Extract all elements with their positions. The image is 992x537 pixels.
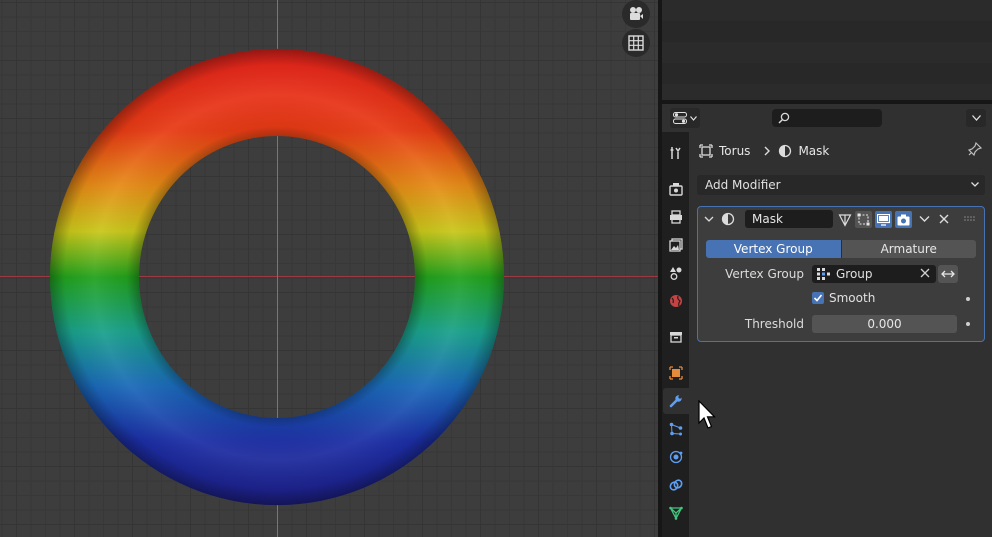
mask-modifier-icon [779, 144, 792, 158]
smooth-label: Smooth [829, 291, 876, 305]
breadcrumb: Torus Mask [699, 142, 829, 160]
vertex-group-value: Group [836, 267, 873, 281]
camera-icon [630, 7, 643, 20]
mouse-cursor-icon [698, 400, 716, 429]
invert-vertex-group-button[interactable] [938, 265, 958, 283]
render-icon [668, 183, 683, 196]
edit-mode-icon [857, 213, 870, 226]
breadcrumb-object: Torus [719, 144, 751, 158]
properties-panel: Torus Mask Add Modifier Mask Vertex Grou… [689, 132, 992, 537]
smooth-checkbox[interactable] [812, 292, 824, 304]
properties-search-input[interactable] [772, 109, 882, 127]
object-icon [699, 144, 713, 158]
tab-tool[interactable] [662, 140, 689, 166]
wrench-icon [669, 395, 682, 408]
collection-icon [669, 332, 682, 343]
monitor-icon [877, 213, 890, 226]
close-icon[interactable] [939, 214, 949, 224]
tab-view-layer[interactable] [662, 232, 689, 258]
search-icon [778, 112, 790, 124]
editor-type-button[interactable] [670, 108, 700, 128]
smooth-keyframe-dot[interactable] [966, 297, 970, 301]
physics-icon [669, 450, 682, 464]
image-icon [668, 238, 683, 252]
tab-world[interactable] [662, 288, 689, 314]
torus-shading [49, 48, 505, 506]
checkmark-icon [813, 294, 823, 302]
edit-mode-toggle[interactable] [855, 211, 872, 228]
clear-icon[interactable] [919, 267, 931, 279]
outliner-area[interactable] [662, 0, 992, 100]
tab-modifiers[interactable] [663, 388, 689, 414]
arrow-left-right-icon [941, 270, 955, 278]
tab-scene[interactable] [662, 260, 689, 286]
mask-modifier-panel: Mask Vertex Group Armature Vertex Group … [697, 206, 985, 342]
options-dropdown-button[interactable] [966, 109, 986, 127]
mode-armature-button[interactable]: Armature [840, 240, 976, 258]
tab-particles[interactable] [662, 416, 689, 442]
tool-icon [670, 147, 681, 159]
camera-view-button[interactable] [622, 0, 650, 28]
properties-editor-icon [673, 112, 687, 124]
grid-icon [628, 35, 644, 51]
vertex-group-field[interactable]: Group [812, 265, 936, 283]
properties-header [662, 104, 992, 132]
tab-collection[interactable] [662, 324, 689, 350]
collapse-chevron-icon[interactable] [704, 214, 714, 224]
tab-constraints[interactable] [662, 472, 689, 498]
viewport-display-toggle[interactable] [875, 211, 892, 228]
smooth-option[interactable]: Smooth [812, 291, 875, 305]
mask-modifier-icon [721, 212, 735, 226]
chevron-down-icon [690, 115, 697, 121]
breadcrumb-modifier: Mask [798, 144, 830, 158]
threshold-slider[interactable]: 0.000 [812, 315, 957, 333]
render-toggle[interactable] [895, 211, 912, 228]
grid-view-button[interactable] [622, 29, 650, 57]
scene-icon [669, 267, 681, 280]
chevron-down-icon [971, 115, 981, 121]
threshold-keyframe-dot[interactable] [966, 322, 970, 326]
vertex-group-icon [817, 268, 830, 280]
threshold-value: 0.000 [867, 317, 902, 331]
tab-data[interactable] [662, 500, 689, 526]
3d-viewport[interactable] [0, 0, 658, 537]
threshold-label: Threshold [744, 317, 804, 331]
chevron-down-icon [971, 182, 979, 187]
chevron-right-icon [764, 146, 771, 156]
tab-object[interactable] [662, 360, 689, 386]
mask-mode-selector: Vertex Group Armature [706, 240, 976, 258]
constraints-icon [669, 479, 682, 491]
vertex-triangle-icon [838, 213, 851, 227]
modifier-name: Mask [752, 212, 783, 226]
tab-output[interactable] [662, 204, 689, 230]
add-modifier-dropdown[interactable]: Add Modifier [697, 175, 985, 195]
modifier-header: Mask [698, 207, 984, 231]
mesh-data-icon [668, 506, 683, 520]
tab-physics[interactable] [662, 444, 689, 470]
world-icon [669, 295, 682, 307]
particles-icon [669, 422, 682, 436]
on-cage-toggle[interactable] [836, 211, 853, 228]
pin-icon[interactable] [968, 142, 982, 156]
camera-icon [897, 214, 910, 225]
modifier-name-field[interactable]: Mask [745, 210, 833, 228]
modifier-menu-chevron-icon[interactable] [919, 214, 930, 224]
object-icon [668, 366, 683, 380]
add-modifier-label: Add Modifier [705, 178, 781, 192]
vertex-group-label: Vertex Group [725, 267, 804, 281]
torus-mesh[interactable] [0, 0, 658, 537]
printer-icon [669, 210, 682, 224]
drag-handle-icon[interactable] [964, 216, 976, 222]
mode-vertex-group-button[interactable]: Vertex Group [706, 240, 841, 258]
properties-tab-bar [662, 132, 689, 537]
tab-render[interactable] [662, 176, 689, 202]
